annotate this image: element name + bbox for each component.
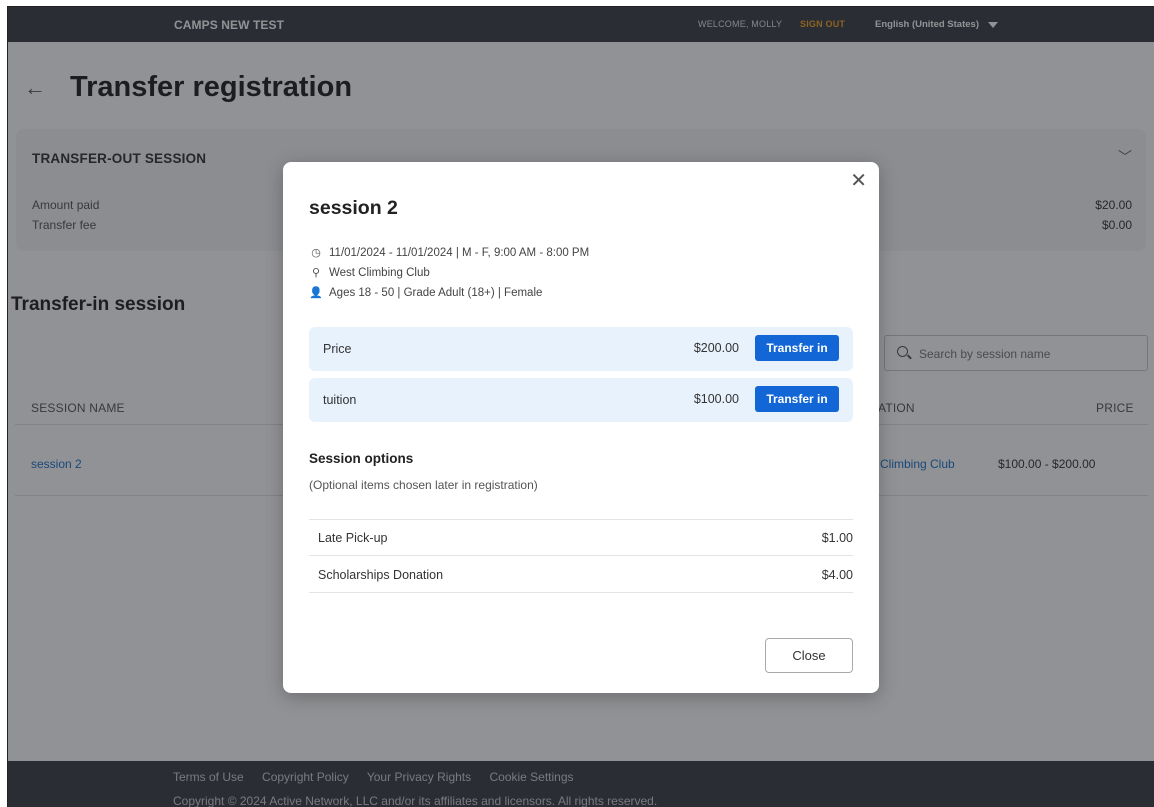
session-eligibility: 👤 Ages 18 - 50 | Grade Adult (18+) | Fema… <box>309 286 542 299</box>
option-price: $1.00 <box>821 531 853 545</box>
price-name: Price <box>323 342 352 356</box>
person-icon: 👤 <box>309 287 323 299</box>
session-options-subtext: (Optional items chosen later in registra… <box>309 478 538 492</box>
divider <box>309 519 853 520</box>
session-dates-text: 11/01/2024 - 11/01/2024 | M - F, 9:00 AM… <box>329 247 590 259</box>
transfer-in-button[interactable]: Transfer in <box>755 335 839 361</box>
modal-title: session 2 <box>309 197 398 219</box>
option-name: Late Pick-up <box>318 531 388 545</box>
divider <box>309 555 853 556</box>
price-row: tuition $100.00 Transfer in <box>309 378 853 422</box>
transfer-in-button[interactable]: Transfer in <box>755 386 839 412</box>
session-modal: ✕ session 2 ◷ 11/01/2024 - 11/01/2024 | M… <box>283 162 879 693</box>
price-amount: $100.00 <box>693 392 739 406</box>
option-name: Scholarships Donation <box>318 568 444 582</box>
app-frame: CAMPS NEW TEST WELCOME, MOLLY SIGN OUT E… <box>7 6 1154 807</box>
price-amount: $200.00 <box>693 341 739 355</box>
session-options-heading: Session options <box>309 451 414 466</box>
price-row: Price $200.00 Transfer in <box>309 327 853 371</box>
location-pin-icon: ⚲ <box>311 267 321 279</box>
close-button[interactable]: Close <box>765 638 853 673</box>
price-name: tuition <box>323 393 357 407</box>
session-location-text: West Climbing Club <box>329 267 430 279</box>
option-price: $4.00 <box>821 568 853 582</box>
divider <box>309 592 853 593</box>
session-dates: ◷ 11/01/2024 - 11/01/2024 | M - F, 9:00 A… <box>309 246 589 259</box>
close-icon[interactable]: ✕ <box>850 168 867 193</box>
session-location: ⚲ West Climbing Club <box>309 266 430 279</box>
session-eligibility-text: Ages 18 - 50 | Grade Adult (18+) | Femal… <box>329 287 543 299</box>
clock-icon: ◷ <box>311 247 321 259</box>
